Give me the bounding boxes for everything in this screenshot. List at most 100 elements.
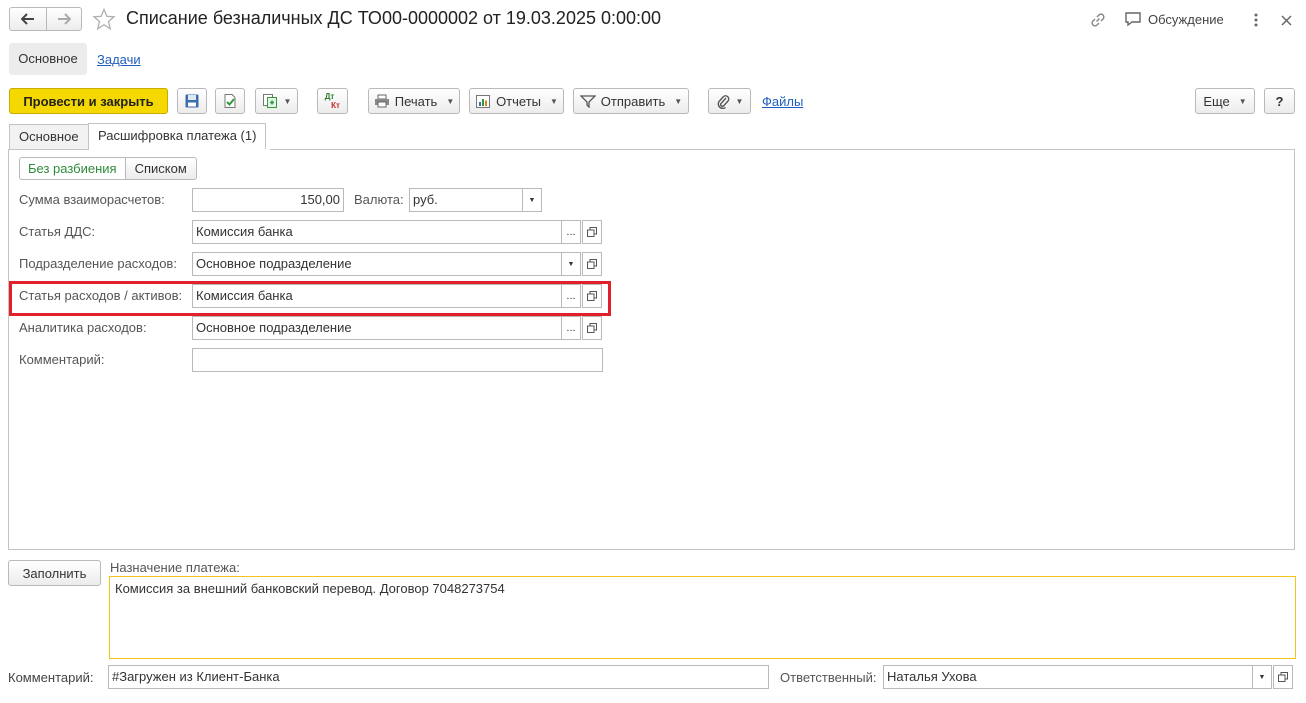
discussion-button[interactable]: Обсуждение <box>1124 11 1224 27</box>
analytics-open-button[interactable] <box>582 316 602 340</box>
dept-open-button[interactable] <box>582 252 602 276</box>
analytics-label: Аналитика расходов: <box>19 320 147 335</box>
save-button[interactable] <box>177 88 207 114</box>
reports-label: Отчеты <box>496 93 541 109</box>
mode-switch: Без разбиения Списком <box>19 157 197 180</box>
sum-value: 150,00 <box>300 192 340 207</box>
bottom-comment-label: Комментарий: <box>8 670 94 685</box>
responsible-open-button[interactable] <box>1273 665 1293 689</box>
create-based-button[interactable]: ▼ <box>255 88 298 114</box>
discussion-label: Обсуждение <box>1148 11 1224 27</box>
print-label: Печать <box>394 93 438 109</box>
kt-label: Кт <box>331 101 340 110</box>
purpose-label: Назначение платежа: <box>110 560 240 575</box>
chevron-down-icon: ▼ <box>528 196 536 204</box>
fill-button[interactable]: Заполнить <box>8 560 101 586</box>
post-close-label: Провести и закрыть <box>23 93 154 109</box>
post-button[interactable] <box>215 88 245 114</box>
more-button[interactable]: Еще ▼ <box>1195 88 1255 114</box>
nav-tab-main[interactable]: Основное <box>9 43 87 75</box>
back-button[interactable] <box>9 7 47 31</box>
save-icon <box>185 94 199 108</box>
responsible-input[interactable]: Наталья Ухова <box>883 665 1253 689</box>
tab-bottom-gap <box>89 149 270 150</box>
link-icon[interactable] <box>1089 11 1107 29</box>
report-icon <box>476 94 491 108</box>
responsible-value: Наталья Ухова <box>887 669 977 684</box>
star-icon[interactable] <box>92 8 116 31</box>
open-window-icon <box>587 291 597 301</box>
dept-value: Основное подразделение <box>196 256 352 271</box>
analytics-input[interactable]: Основное подразделение <box>192 316 562 340</box>
print-button[interactable]: Печать ▼ <box>368 88 460 114</box>
bottom-comment-value: #Загружен из Клиент-Банка <box>112 669 280 684</box>
reports-button[interactable]: Отчеты ▼ <box>469 88 564 114</box>
purpose-textarea[interactable]: Комиссия за внешний банковский перевод. … <box>109 576 1296 659</box>
chevron-down-icon: ▼ <box>283 96 292 106</box>
close-icon[interactable] <box>1281 15 1292 26</box>
form-tab-decoding-label: Расшифровка платежа (1) <box>98 128 257 143</box>
post-document-icon <box>224 94 236 108</box>
forward-button[interactable] <box>46 7 82 31</box>
currency-value: руб. <box>413 192 438 207</box>
chevron-down-icon: ▼ <box>735 96 744 106</box>
expense-input[interactable]: Комиссия банка <box>192 284 562 308</box>
open-window-icon <box>587 259 597 269</box>
analytics-value: Основное подразделение <box>196 320 352 335</box>
chat-icon <box>1125 12 1141 27</box>
sum-input[interactable]: 150,00 <box>192 188 344 212</box>
ellipsis-icon: ... <box>566 290 576 302</box>
create-based-icon <box>262 94 277 108</box>
nav-tab-main-label: Основное <box>18 51 78 66</box>
dds-open-button[interactable] <box>582 220 602 244</box>
more-vertical-icon[interactable] <box>1250 12 1262 28</box>
currency-select[interactable]: руб. <box>409 188 523 212</box>
dds-select-button[interactable]: ... <box>561 220 581 244</box>
printer-icon <box>374 94 389 108</box>
row-comment-input[interactable] <box>192 348 603 372</box>
help-button[interactable]: ? <box>1264 88 1295 114</box>
send-button[interactable]: Отправить ▼ <box>573 88 689 114</box>
chevron-down-icon: ▼ <box>446 96 455 106</box>
files-link[interactable]: Файлы <box>762 94 803 109</box>
dt-label: Дт <box>324 92 335 101</box>
dt-kt-button[interactable]: Дт Кт <box>317 88 348 114</box>
currency-dropdown-button[interactable]: ▼ <box>522 188 542 212</box>
arrow-right-icon <box>58 13 71 25</box>
expense-label: Статья расходов / активов: <box>19 288 183 303</box>
help-label: ? <box>1275 93 1284 109</box>
row-comment-label: Комментарий: <box>19 352 105 367</box>
chevron-down-icon: ▼ <box>567 260 575 268</box>
attach-button[interactable]: ▼ <box>708 88 751 114</box>
dds-label: Статья ДДС: <box>19 224 96 239</box>
responsible-dropdown-button[interactable]: ▼ <box>1252 665 1272 689</box>
form-tab-decoding[interactable]: Расшифровка платежа (1) <box>88 123 267 150</box>
ellipsis-icon: ... <box>566 322 576 334</box>
more-label: Еще <box>1203 93 1230 109</box>
nav-tab-tasks[interactable]: Задачи <box>97 52 141 67</box>
paperclip-icon <box>717 95 729 109</box>
chevron-down-icon: ▼ <box>550 96 558 106</box>
window-title: Списание безналичных ДС ТО00-0000002 от … <box>126 8 662 28</box>
bottom-comment-input[interactable]: #Загружен из Клиент-Банка <box>108 665 769 689</box>
expense-select-button[interactable]: ... <box>561 284 581 308</box>
send-label: Отправить <box>600 93 666 109</box>
mode-list-label: Списком <box>134 161 187 176</box>
dds-input[interactable]: Комиссия банка <box>192 220 562 244</box>
form-tab-basic[interactable]: Основное <box>9 124 89 150</box>
dept-dropdown-button[interactable]: ▼ <box>561 252 581 276</box>
ellipsis-icon: ... <box>566 226 576 238</box>
open-window-icon <box>1278 672 1288 682</box>
chevron-down-icon: ▼ <box>1258 673 1266 681</box>
analytics-select-button[interactable]: ... <box>561 316 581 340</box>
purpose-value: Комиссия за внешний банковский перевод. … <box>115 581 505 596</box>
sum-label: Сумма взаиморасчетов: <box>19 192 165 207</box>
mode-no-split[interactable]: Без разбиения <box>19 157 126 180</box>
responsible-label: Ответственный: <box>780 670 877 685</box>
currency-label: Валюта: <box>354 192 404 207</box>
mode-list[interactable]: Списком <box>125 157 197 180</box>
arrow-left-icon <box>21 13 34 25</box>
post-close-button[interactable]: Провести и закрыть <box>9 88 168 114</box>
dept-input[interactable]: Основное подразделение <box>192 252 562 276</box>
expense-open-button[interactable] <box>582 284 602 308</box>
